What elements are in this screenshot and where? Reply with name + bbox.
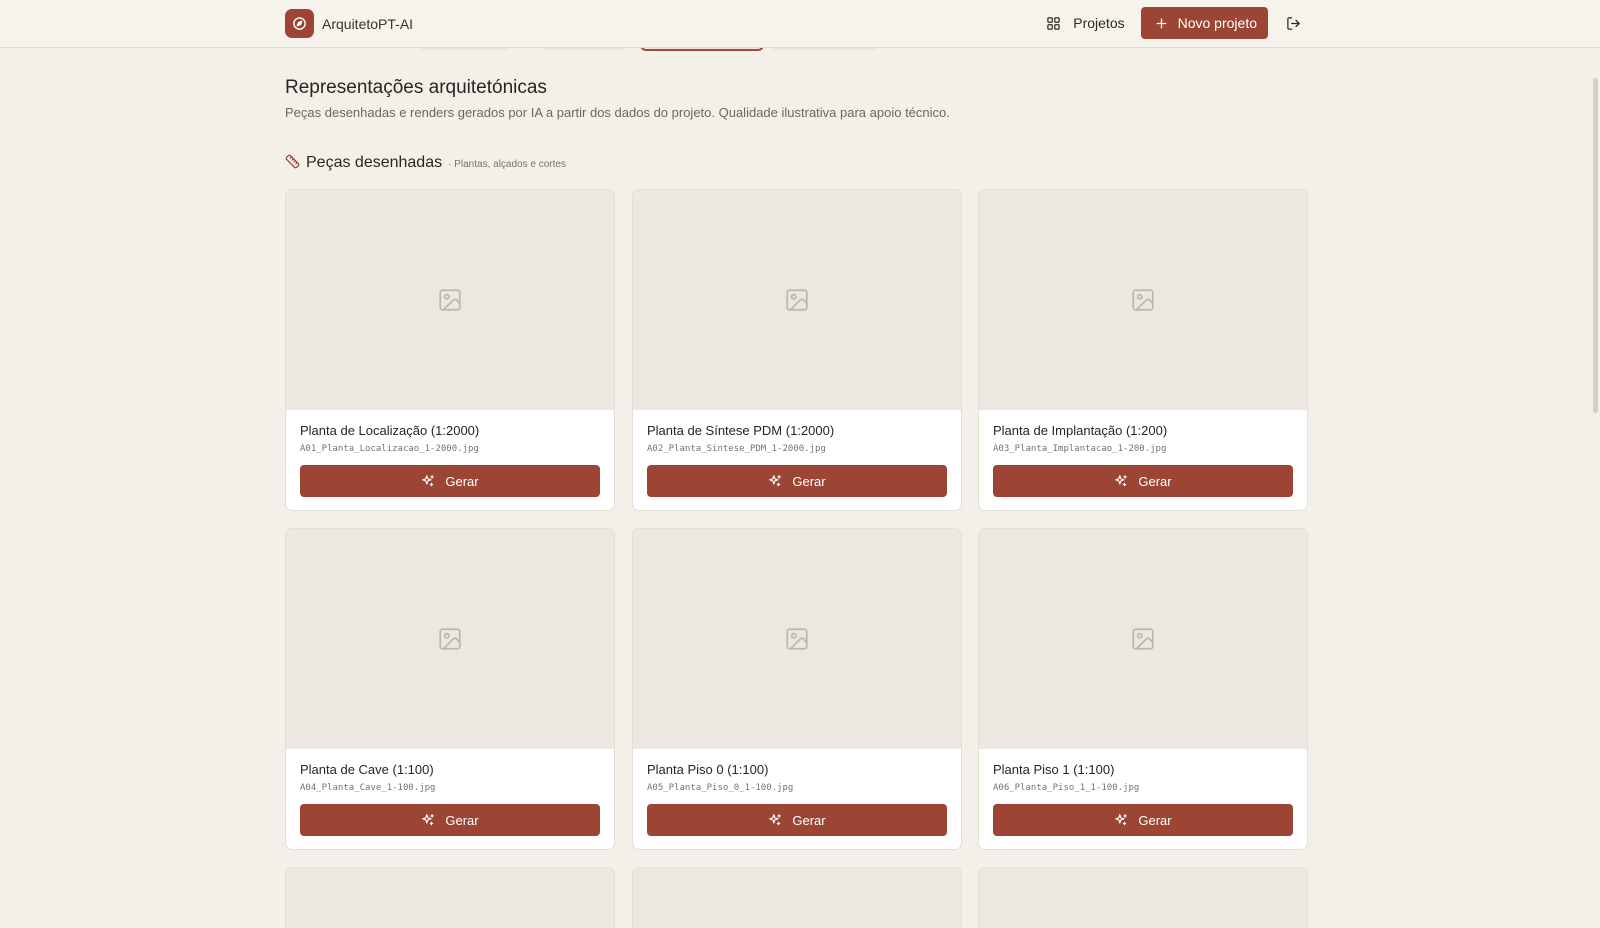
scrollbar-thumb[interactable] xyxy=(1593,78,1598,413)
image-placeholder xyxy=(286,868,614,928)
plus-icon xyxy=(1156,18,1167,28)
sparkles-icon xyxy=(769,814,782,826)
generate-button[interactable]: Gerar xyxy=(647,465,947,497)
image-placeholder xyxy=(633,529,961,749)
card-title: Planta de Localização (1:2000) xyxy=(300,423,480,438)
generate-button[interactable]: Gerar xyxy=(993,465,1293,497)
image-placeholder xyxy=(979,868,1307,928)
drawing-card: Planta de Localização (1:2000) A01_Plant… xyxy=(285,189,615,511)
image-icon xyxy=(786,289,808,311)
drawing-card xyxy=(632,867,962,928)
image-icon xyxy=(1132,628,1154,650)
image-icon xyxy=(439,289,461,311)
projects-link[interactable]: Projetos xyxy=(1044,15,1126,31)
card-filename: A05_Planta_Piso_0_1-100.jpg xyxy=(647,783,794,793)
card-title: Planta Piso 0 (1:100) xyxy=(647,762,769,777)
card-filename: A02_Planta_Sintese_PDM_1-2000.jpg xyxy=(647,444,826,454)
card-filename: A04_Planta_Cave_1-100.jpg xyxy=(300,783,436,793)
generate-button[interactable]: Gerar xyxy=(647,804,947,836)
sparkles-icon xyxy=(1115,475,1128,487)
app-name: ArquitetoPT-AI xyxy=(322,15,414,32)
generate-label: Gerar xyxy=(445,812,479,828)
sparkles-icon xyxy=(422,475,435,487)
drawing-card: Planta Piso 0 (1:100) A05_Planta_Piso_0_… xyxy=(632,528,962,850)
image-icon xyxy=(786,628,808,650)
sparkles-icon xyxy=(1115,814,1128,826)
logout-button[interactable] xyxy=(1282,12,1304,34)
card-title: Planta Piso 1 (1:100) xyxy=(993,762,1115,777)
card-filename: A06_Planta_Piso_1_1-100.jpg xyxy=(993,783,1140,793)
image-placeholder xyxy=(286,190,614,410)
page-subtitle: Peças desenhadas e renders gerados por I… xyxy=(285,105,950,120)
sparkles-icon xyxy=(422,814,435,826)
card-filename: A03_Planta_Implantacao_1-200.jpg xyxy=(993,444,1167,454)
image-icon xyxy=(439,628,461,650)
scrollbar[interactable] xyxy=(1590,48,1600,928)
image-icon xyxy=(1132,289,1154,311)
new-project-label: Novo projeto xyxy=(1177,15,1257,31)
page-title: Representações arquitetónicas xyxy=(285,77,547,98)
ruler-icon xyxy=(285,154,300,169)
sparkles-icon xyxy=(769,475,782,487)
top-navigation-bar: ArquitetoPT-AI Projetos Novo projeto xyxy=(0,0,1600,48)
generate-button[interactable]: Gerar xyxy=(300,804,600,836)
drawing-card: Planta de Síntese PDM (1:2000) A02_Plant… xyxy=(632,189,962,511)
drawing-card: Planta de Implantação (1:200) A03_Planta… xyxy=(978,189,1308,511)
generate-label: Gerar xyxy=(792,473,826,489)
image-placeholder xyxy=(979,529,1307,749)
card-title: Planta de Síntese PDM (1:2000) xyxy=(647,423,835,438)
drawing-card xyxy=(285,867,615,928)
card-title: Planta de Implantação (1:200) xyxy=(993,423,1168,438)
projects-label: Projetos xyxy=(1073,15,1125,31)
section-subtitle: · Plantas, alçados e cortes xyxy=(448,159,566,170)
drawing-card: Planta Piso 1 (1:100) A06_Planta_Piso_1_… xyxy=(978,528,1308,850)
image-placeholder xyxy=(633,868,961,928)
drawing-card xyxy=(978,867,1308,928)
compass-icon xyxy=(285,9,314,38)
section-header: Peças desenhadas · Plantas, alçados e co… xyxy=(285,152,566,172)
image-placeholder xyxy=(286,529,614,749)
generate-label: Gerar xyxy=(445,473,479,489)
generate-button[interactable]: Gerar xyxy=(993,804,1293,836)
card-filename: A01_Planta_Localizacao_1-2000.jpg xyxy=(300,444,479,454)
section-title: Peças desenhadas xyxy=(306,154,443,171)
generate-button[interactable]: Gerar xyxy=(300,465,600,497)
logout-icon xyxy=(1286,16,1300,30)
generate-label: Gerar xyxy=(1138,812,1172,828)
generate-label: Gerar xyxy=(792,812,826,828)
grid-icon xyxy=(1047,16,1060,30)
generate-label: Gerar xyxy=(1138,473,1172,489)
image-placeholder xyxy=(633,190,961,410)
brand[interactable]: ArquitetoPT-AI xyxy=(285,9,413,38)
drawing-card: Planta de Cave (1:100) A04_Planta_Cave_1… xyxy=(285,528,615,850)
image-placeholder xyxy=(979,190,1307,410)
card-title: Planta de Cave (1:100) xyxy=(300,762,434,777)
new-project-button[interactable]: Novo projeto xyxy=(1140,7,1268,39)
